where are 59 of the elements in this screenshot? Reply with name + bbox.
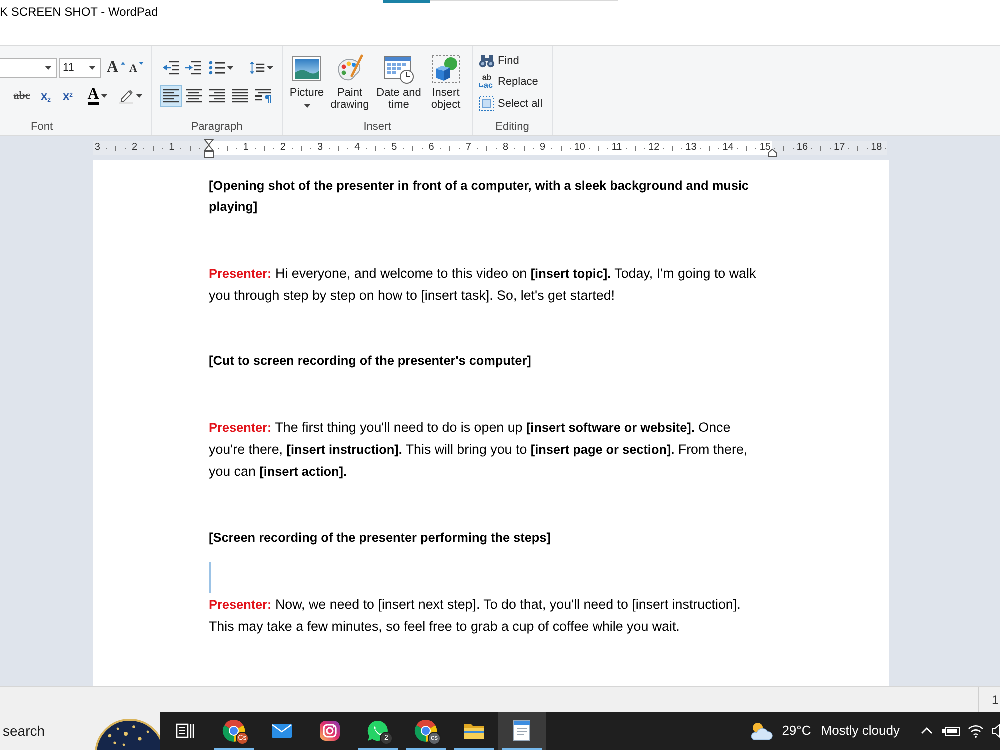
align-left-button[interactable] [160,85,182,107]
dropdown-arrow-icon [89,66,96,70]
shrink-font-button[interactable]: A [127,57,147,79]
group-label: Editing [496,121,530,133]
battery-icon[interactable] [942,725,960,737]
group-label: Insert [364,121,392,133]
dropdown-arrow-icon [45,66,52,70]
paint-drawing-button[interactable]: Paint drawing [327,54,373,111]
select-all-button[interactable]: Select all [473,93,543,114]
tab-indicator [383,0,430,3]
dropdown-arrow-icon [266,66,273,70]
stage-direction-text: [Screen recording of the presenter performing the steps] [209,530,552,547]
paragraph-settings-icon [255,89,271,103]
font-color-button[interactable]: A [83,85,113,107]
decrease-indent-icon [163,61,179,75]
justify-icon [232,89,248,103]
dialogue-paragraph: Presenter: The first thing you'll need to do is open up [insert software or website]. Once you're there, [insert instruction]. This will bring you to [insert page or section]. From there, you can [insert action]. [209,418,749,481]
dropdown-arrow-icon [136,94,142,98]
stage-direction-text: [Opening shot of the presenter in front of a computer, with a sleek background and music playing] [209,178,750,216]
grow-font-button[interactable]: A [106,57,126,79]
align-center-icon [186,89,202,103]
strikethrough-button[interactable]: abc [11,85,33,107]
insert-picture-button[interactable]: Picture [287,54,327,108]
line-spacing-icon [250,61,265,75]
sun-cloud-icon [749,720,774,742]
select-all-icon [479,96,495,112]
picture-icon [292,54,322,84]
stage-direction-text: [Cut to screen recording of the presenter's computer] [209,352,532,370]
align-left-icon [163,89,179,103]
window-title: K SCREEN SHOT - WordPad [0,4,158,20]
wifi-icon[interactable] [968,724,984,738]
taskbar-app-button[interactable] [498,712,546,750]
dropdown-arrow-icon [227,66,234,70]
bullet-list-icon [209,61,225,75]
binoculars-icon [479,54,495,68]
dropdown-arrow-icon [101,94,108,98]
increase-indent-icon [185,61,201,75]
date-and-time-button[interactable]: Date and time [373,54,425,111]
font-name-field[interactable] [0,58,57,78]
group-label: Paragraph [191,121,243,133]
group-label: Font [31,121,54,133]
weather-button[interactable]: 29°C Mostly cloudy [749,720,900,742]
dialogue-paragraph: Presenter: Now, we need to [insert next step]. To do that, you'll need to [insert instruction]. This may take a few minutes, so feel free to grab a cup of coffee while you wait. [209,596,742,636]
dialogue-paragraph: Presenter: Hi everyone, and welcome to this video on [insert topic]. Today, I'm going to walk you through step by step on how to [insert task]. So, let's get started! [209,264,758,305]
speaker-icon[interactable] [992,724,1000,738]
align-right-icon [209,89,225,103]
subscript-button[interactable]: x$_{2}$ [35,85,57,107]
task-view-icon[interactable] [176,723,194,739]
find-button[interactable]: Find [473,50,520,72]
down-caret-icon [139,62,144,65]
font-size-field[interactable]: 11 [59,58,101,78]
insert-object-button[interactable]: Insert object [425,54,467,111]
up-caret-icon [120,62,125,65]
curved-arrow-icon [479,83,484,90]
highlighter-icon [118,88,134,104]
calendar-clock-icon [384,54,414,84]
camera-icon [318,719,342,743]
status-text: 1 [992,692,999,708]
superscript-button[interactable]: x$^{2}$ [57,85,79,107]
